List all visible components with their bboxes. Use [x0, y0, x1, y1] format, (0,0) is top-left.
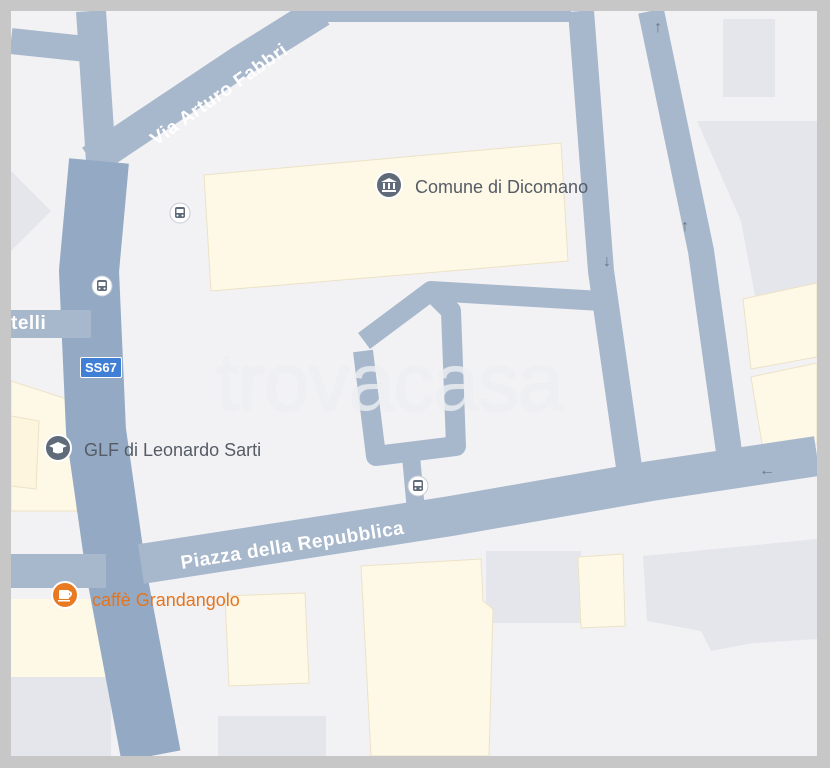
road — [638, 11, 744, 468]
building — [643, 539, 817, 651]
route-shield-ss67: SS67 — [80, 357, 122, 378]
school-icon[interactable] — [43, 434, 73, 464]
bus-stop-icon[interactable] — [91, 275, 113, 297]
building — [11, 171, 51, 251]
one-way-arrow-icon: ↓ — [603, 253, 611, 270]
building — [360, 558, 494, 756]
map-canvas[interactable]: Via Arturo Fabbri Piazza della Repubblic… — [11, 11, 817, 756]
town-hall-icon[interactable] — [374, 171, 404, 201]
road — [11, 28, 88, 62]
building — [577, 553, 626, 629]
one-way-arrow-icon: ↑ — [681, 218, 689, 235]
building — [742, 282, 817, 370]
road — [430, 281, 602, 311]
map-frame: Via Arturo Fabbri Piazza della Repubblic… — [0, 0, 830, 768]
road-via-arturo-fabbri — [82, 11, 330, 175]
building — [486, 551, 581, 623]
building — [11, 415, 40, 490]
building — [11, 676, 111, 756]
poi-label-caffe[interactable]: caffè Grandangolo — [92, 590, 240, 611]
poi-label-glf[interactable]: GLF di Leonardo Sarti — [84, 440, 261, 461]
one-way-arrow-icon: ← — [759, 462, 775, 479]
one-way-arrow-icon: ↑ — [654, 19, 662, 36]
bus-stop-icon[interactable] — [407, 475, 429, 497]
bus-stop-icon[interactable] — [169, 202, 191, 224]
poi-label-comune[interactable]: Comune di Dicomano — [415, 177, 588, 198]
building — [723, 19, 775, 97]
building — [218, 716, 326, 756]
cafe-icon[interactable] — [50, 581, 80, 611]
building-comune — [203, 142, 569, 292]
road — [568, 11, 644, 483]
street-label-partial: telli — [11, 313, 47, 334]
watermark-logo: trovacasa — [216, 337, 564, 428]
